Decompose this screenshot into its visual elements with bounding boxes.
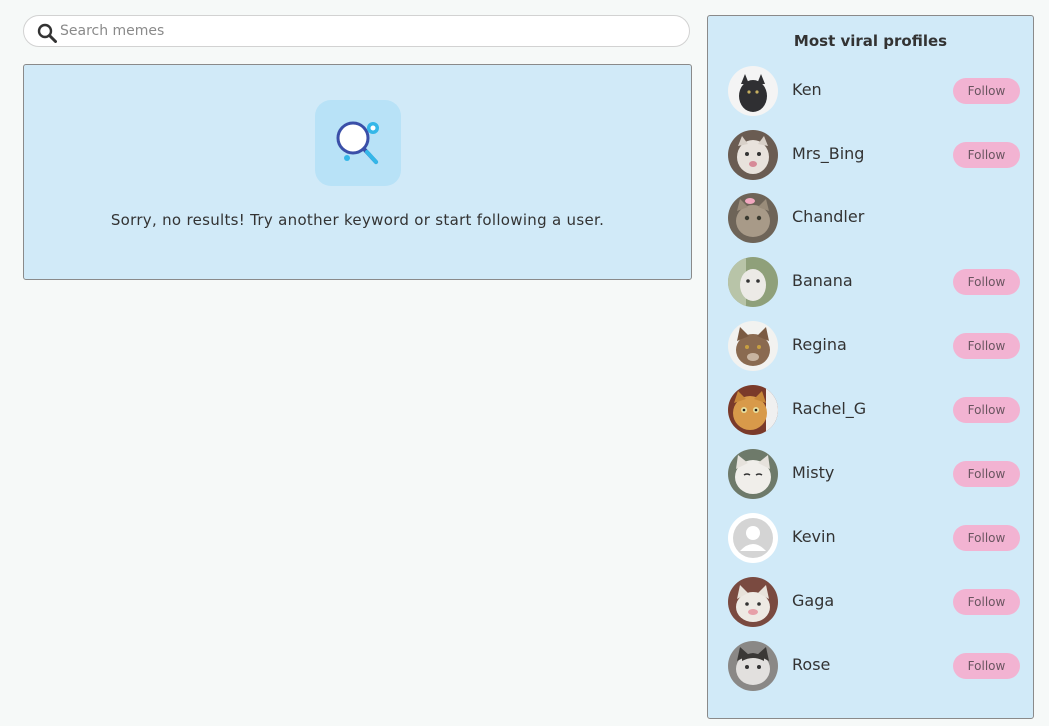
avatar[interactable] <box>728 257 778 307</box>
profile-row-regina: Regina Follow <box>728 321 1020 371</box>
profile-row-chandler: Chandler Follow <box>728 193 1020 243</box>
follow-button[interactable]: Follow <box>953 525 1020 551</box>
viral-profiles-panel: Most viral profiles Ken Follow Mrs_Bing … <box>707 15 1034 719</box>
profile-name[interactable]: Rachel_G <box>792 399 866 418</box>
follow-button[interactable]: Follow <box>953 461 1020 487</box>
profile-row-misty: Misty Follow <box>728 449 1020 499</box>
profile-row-ken: Ken Follow <box>728 66 1020 116</box>
search-input[interactable] <box>60 18 670 44</box>
profile-name[interactable]: Chandler <box>792 207 864 226</box>
profile-name[interactable]: Ken <box>792 80 822 99</box>
profile-name[interactable]: Gaga <box>792 591 834 610</box>
follow-button[interactable]: Follow <box>953 333 1020 359</box>
profile-row-banana: Banana Follow <box>728 257 1020 307</box>
avatar[interactable] <box>728 641 778 691</box>
profile-row-rachel-g: Rachel_G Follow <box>728 385 1020 435</box>
profile-row-gaga: Gaga Follow <box>728 577 1020 627</box>
search-bar[interactable] <box>23 15 690 47</box>
avatar[interactable] <box>728 449 778 499</box>
profile-name[interactable]: Kevin <box>792 527 836 546</box>
follow-button[interactable]: Follow <box>953 269 1020 295</box>
follow-button[interactable]: Follow <box>953 78 1020 104</box>
avatar[interactable] <box>728 577 778 627</box>
profile-name[interactable]: Misty <box>792 463 834 482</box>
search-icon[interactable] <box>37 23 57 43</box>
avatar[interactable] <box>728 385 778 435</box>
follow-button[interactable]: Follow <box>953 653 1020 679</box>
no-results-message: Sorry, no results! Try another keyword o… <box>110 211 605 229</box>
profile-name[interactable]: Mrs_Bing <box>792 144 864 163</box>
avatar[interactable] <box>728 66 778 116</box>
follow-button[interactable]: Follow <box>953 397 1020 423</box>
magnifier-illustration-icon <box>315 100 401 186</box>
follow-button[interactable]: Follow <box>953 142 1020 168</box>
avatar[interactable] <box>728 130 778 180</box>
profile-row-kevin: Kevin Follow <box>728 513 1020 563</box>
viral-profiles-title: Most viral profiles <box>793 32 948 50</box>
avatar[interactable] <box>728 193 778 243</box>
results-panel: Sorry, no results! Try another keyword o… <box>23 64 692 280</box>
avatar[interactable] <box>728 513 778 563</box>
profile-name[interactable]: Banana <box>792 271 853 290</box>
profile-row-mrs-bing: Mrs_Bing Follow <box>728 130 1020 180</box>
avatar[interactable] <box>728 321 778 371</box>
profile-name[interactable]: Rose <box>792 655 830 674</box>
follow-button[interactable]: Follow <box>953 589 1020 615</box>
profile-row-rose: Rose Follow <box>728 641 1020 691</box>
profile-name[interactable]: Regina <box>792 335 847 354</box>
